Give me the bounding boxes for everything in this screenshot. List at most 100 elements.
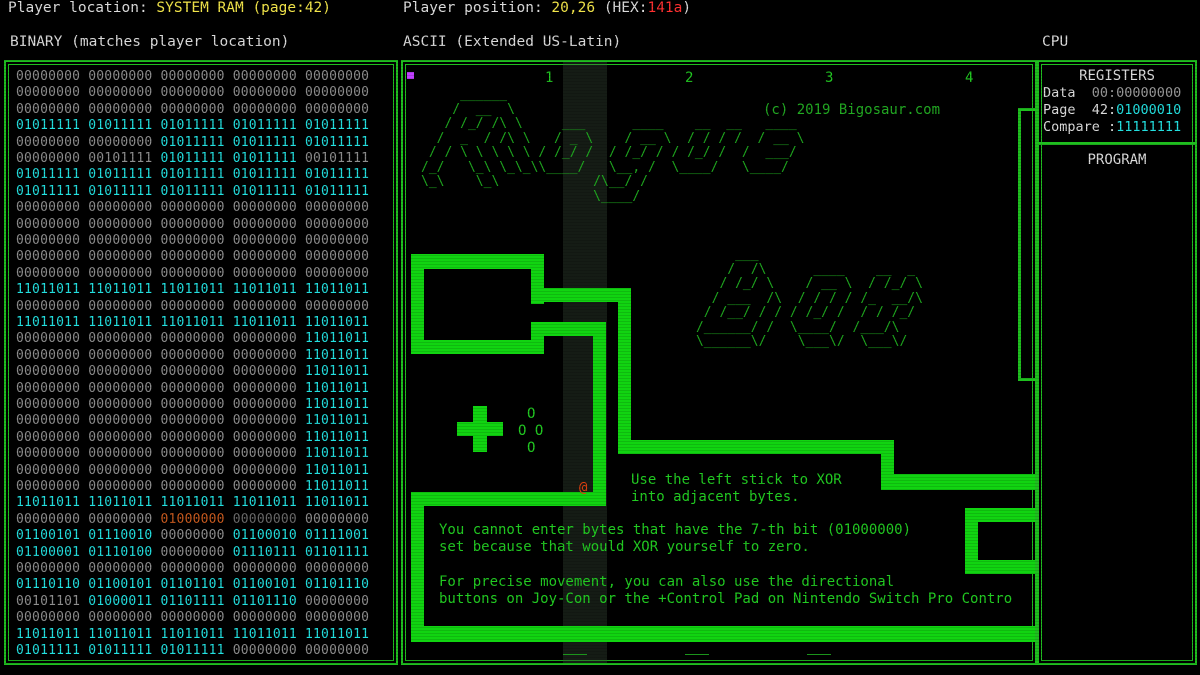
binary-byte: 01101110 bbox=[305, 577, 370, 593]
binary-byte: 11011011 bbox=[305, 397, 370, 412]
binary-byte: 00000000 bbox=[160, 446, 225, 462]
binary-byte: 11011011 bbox=[305, 495, 370, 511]
binary-byte: 00000000 bbox=[232, 233, 297, 248]
binary-byte: 11011011 bbox=[88, 626, 153, 642]
binary-byte: 00000000 bbox=[16, 265, 81, 281]
player-position-label: Player position: bbox=[403, 0, 543, 16]
binary-row: 00000000 00000000 00000000 00000000 0000… bbox=[16, 248, 369, 265]
game-map[interactable]: 1 2 3 4 ______ / __ \ / /_/ /\ \ ___ ___… bbox=[403, 62, 1035, 663]
binary-byte: 00000000 bbox=[16, 347, 81, 363]
binary-byte: 00000000 bbox=[305, 233, 370, 248]
binary-byte: 00000000 bbox=[88, 331, 153, 347]
binary-byte: 00000000 bbox=[232, 200, 297, 216]
hex-suffix: ) bbox=[682, 0, 692, 16]
binary-row: 01011111 01011111 01011111 01011111 0101… bbox=[16, 166, 369, 183]
column-number: 2 bbox=[685, 70, 694, 86]
ascii-title: ASCII bbox=[403, 34, 447, 50]
binary-byte: 00000000 bbox=[16, 200, 81, 216]
wall-segment bbox=[965, 560, 1035, 574]
binary-byte: 01011111 bbox=[16, 167, 81, 183]
binary-byte: 00000000 bbox=[160, 249, 225, 265]
wall-segment bbox=[411, 254, 544, 269]
binary-byte: 01011111 bbox=[88, 183, 153, 199]
wall-segment bbox=[1018, 108, 1035, 111]
binary-byte: 00000000 bbox=[16, 233, 81, 248]
binary-row: 11011011 11011011 11011011 11011011 1101… bbox=[16, 314, 369, 331]
binary-row: 01011111 01011111 01011111 01011111 0101… bbox=[16, 183, 369, 200]
binary-byte: 00000000 bbox=[232, 561, 297, 576]
register-page: Page 42:01000010 bbox=[1043, 102, 1181, 118]
binary-byte: 01011111 bbox=[160, 151, 225, 166]
hint-precise-movement: For precise movement, you can also use t… bbox=[439, 574, 1013, 607]
binary-byte: 00000000 bbox=[160, 331, 225, 347]
binary-byte: 00101111 bbox=[305, 151, 370, 166]
register-compare-value: 11111111 bbox=[1116, 119, 1182, 135]
binary-byte: 00000000 bbox=[232, 446, 297, 462]
binary-byte: 00000000 bbox=[88, 85, 153, 101]
binary-panel: 00000000 00000000 00000000 00000000 0000… bbox=[4, 60, 398, 665]
binary-row: 01100001 01110100 00000000 01110111 0110… bbox=[16, 544, 369, 561]
binary-row: 00000000 00000000 00000000 00000000 0000… bbox=[16, 265, 369, 282]
binary-row: 00000000 00000000 00000000 00000000 1101… bbox=[16, 330, 369, 347]
binary-byte: 00000000 bbox=[305, 610, 370, 626]
binary-byte: 00000000 bbox=[16, 85, 81, 101]
binary-byte: 11011011 bbox=[88, 315, 153, 330]
binary-byte: 00000000 bbox=[305, 85, 370, 101]
binary-row: 00000000 00000000 00000000 00000000 1101… bbox=[16, 396, 369, 413]
binary-byte: 00000000 bbox=[16, 397, 81, 412]
binary-byte: 00000000 bbox=[160, 528, 225, 544]
register-page-label: Page bbox=[1043, 102, 1076, 118]
binary-byte: 00000000 bbox=[88, 249, 153, 265]
player-location-readout: Player location: SYSTEM RAM (page:42) bbox=[8, 0, 331, 16]
ascii-map-panel[interactable]: 1 2 3 4 ______ / __ \ / /_/ /\ \ ___ ___… bbox=[401, 60, 1037, 665]
cpu-panel: REGISTERS Data 00:00000000 Page 42:01000… bbox=[1037, 60, 1197, 665]
binary-byte: 01011111 bbox=[88, 118, 153, 134]
binary-byte: 01101110 bbox=[232, 593, 297, 609]
binary-section-title: BINARY (matches player location) bbox=[10, 34, 289, 50]
binary-byte: 00000000 bbox=[16, 331, 81, 347]
binary-byte: 11011011 bbox=[16, 315, 81, 330]
binary-byte: 00000000 bbox=[305, 200, 370, 216]
binary-byte: 00000000 bbox=[88, 69, 153, 84]
binary-byte: 01011111 bbox=[160, 183, 225, 199]
binary-byte: 00000000 bbox=[16, 249, 81, 265]
button-y-icon: O bbox=[527, 406, 536, 422]
binary-byte: 00000000 bbox=[305, 265, 370, 281]
register-data-label: Data bbox=[1043, 85, 1076, 101]
binary-byte: 00000000 bbox=[88, 446, 153, 462]
binary-byte: 01100101 bbox=[232, 577, 297, 593]
hex-prefix: (HEX: bbox=[603, 0, 648, 16]
binary-byte: 00000000 bbox=[88, 561, 153, 576]
binary-byte: 00101111 bbox=[88, 151, 153, 166]
player-position-value: 20,26 bbox=[551, 0, 596, 16]
binary-row: 11011011 11011011 11011011 11011011 1101… bbox=[16, 281, 369, 298]
dpad-icon bbox=[457, 422, 503, 436]
binary-byte: 01000000 bbox=[160, 511, 225, 527]
player-character-icon[interactable]: @ bbox=[579, 480, 587, 496]
binary-byte: 01110110 bbox=[16, 577, 81, 593]
binary-byte: 01011111 bbox=[160, 134, 225, 150]
binary-byte: 00000000 bbox=[88, 216, 153, 232]
binary-byte: 00000000 bbox=[16, 446, 81, 462]
player-position-readout: Player position: 20,26 (HEX:141a) bbox=[403, 0, 691, 16]
wall-segment bbox=[618, 440, 894, 454]
binary-byte: 11011011 bbox=[88, 495, 153, 511]
binary-byte: 01011111 bbox=[16, 183, 81, 199]
binary-byte: 00000000 bbox=[88, 233, 153, 248]
cpu-divider bbox=[1039, 142, 1195, 145]
binary-byte: 00000000 bbox=[16, 134, 81, 150]
binary-byte: 00000000 bbox=[88, 265, 153, 281]
binary-byte: 01011111 bbox=[305, 118, 370, 134]
binary-row: 00000000 00000000 00000000 00000000 0000… bbox=[16, 298, 369, 315]
binary-row: 00000000 00000000 00000000 00000000 1101… bbox=[16, 347, 369, 364]
binary-byte: 01011111 bbox=[88, 643, 153, 658]
binary-byte: 00000000 bbox=[232, 85, 297, 101]
binary-byte: 11011011 bbox=[232, 495, 297, 511]
binary-byte: 00000000 bbox=[232, 413, 297, 429]
wall-segment bbox=[531, 322, 544, 354]
binary-byte: 11011011 bbox=[16, 495, 81, 511]
binary-byte: 11011011 bbox=[305, 413, 370, 429]
binary-byte: 00000000 bbox=[160, 298, 225, 314]
binary-subtitle: (matches player location) bbox=[71, 34, 290, 50]
binary-byte: 00000000 bbox=[305, 69, 370, 84]
